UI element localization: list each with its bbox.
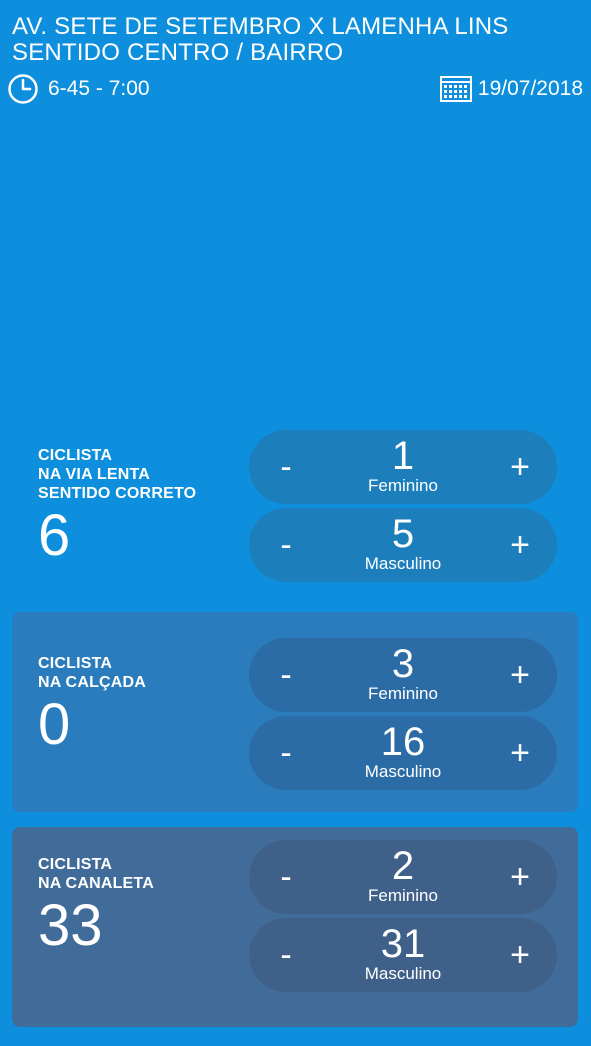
clock-icon [8, 74, 38, 104]
count-label: Masculino [364, 762, 442, 781]
counter-display: 5 Masculino [323, 514, 483, 574]
plus-button[interactable]: + [483, 918, 557, 992]
count-label: Feminino [368, 476, 438, 495]
category-canaleta: CICLISTA NA CANALETA 33 [38, 855, 248, 957]
counter-display: 16 Masculino [323, 722, 483, 782]
minus-button[interactable]: - [249, 716, 323, 790]
counter-feminino: - 3 Feminino + [249, 638, 557, 712]
time-text: 6-45 - 7:00 [48, 77, 150, 100]
category-total: 6 [38, 503, 71, 568]
calendar-icon [439, 76, 472, 102]
count-label: Masculino [364, 964, 442, 983]
minus-button[interactable]: - [249, 840, 323, 914]
count-value: 2 [391, 844, 415, 888]
counter-display: 1 Feminino [323, 436, 483, 496]
category-label: CICLISTA NA CANALETA [38, 856, 154, 892]
category-total: 33 [38, 893, 103, 958]
count-label: Masculino [364, 554, 442, 573]
minus-button[interactable]: - [249, 918, 323, 992]
location-title: AV. SETE DE SETEMBRO X LAMENHA LINS [12, 13, 509, 40]
category-total: 0 [38, 692, 71, 757]
section-via-lenta: CICLISTA NA VIA LENTA SENTIDO CORRETO 6 … [12, 430, 578, 582]
date-text: 19/07/2018 [477, 77, 583, 100]
counter-display: 3 Feminino [323, 644, 483, 704]
plus-button[interactable]: + [483, 508, 557, 582]
plus-button[interactable]: + [483, 840, 557, 914]
count-value: 1 [391, 434, 415, 478]
minus-button[interactable]: - [249, 508, 323, 582]
counter-masculino: - 16 Masculino + [249, 716, 557, 790]
minus-button[interactable]: - [249, 430, 323, 504]
category-label: CICLISTA NA CALÇADA [38, 655, 147, 691]
time-range: 6-45 - 7:00 [8, 74, 150, 104]
count-label: Feminino [368, 684, 438, 703]
minus-button[interactable]: - [249, 638, 323, 712]
counter-display: 31 Masculino [323, 924, 483, 984]
count-value: 16 [380, 720, 426, 764]
counter-feminino: - 2 Feminino + [249, 840, 557, 914]
count-value: 31 [380, 922, 426, 966]
counter-feminino: - 1 Feminino + [249, 430, 557, 504]
count-value: 5 [391, 512, 415, 556]
plus-button[interactable]: + [483, 638, 557, 712]
plus-button[interactable]: + [483, 716, 557, 790]
counter-display: 2 Feminino [323, 846, 483, 906]
section-calcada: CICLISTA NA CALÇADA 0 - 3 Feminino + - 1… [12, 612, 578, 812]
count-value: 3 [391, 642, 415, 686]
direction-subtitle: SENTIDO CENTRO / BAIRRO [12, 39, 344, 66]
category-calcada: CICLISTA NA CALÇADA 0 [38, 654, 248, 756]
meta-bar: 6-45 - 7:00 19/07/2018 [8, 74, 583, 106]
category-label: CICLISTA NA VIA LENTA SENTIDO CORRETO [38, 447, 197, 502]
header: AV. SETE DE SETEMBRO X LAMENHA LINS SENT… [12, 14, 579, 66]
counter-masculino: - 5 Masculino + [249, 508, 557, 582]
section-canaleta: CICLISTA NA CANALETA 33 - 2 Feminino + -… [12, 827, 578, 1027]
counter-masculino: - 31 Masculino + [249, 918, 557, 992]
category-via-lenta: CICLISTA NA VIA LENTA SENTIDO CORRETO 6 [38, 446, 248, 567]
plus-button[interactable]: + [483, 430, 557, 504]
date-display: 19/07/2018 [439, 76, 583, 102]
count-label: Feminino [368, 886, 438, 905]
